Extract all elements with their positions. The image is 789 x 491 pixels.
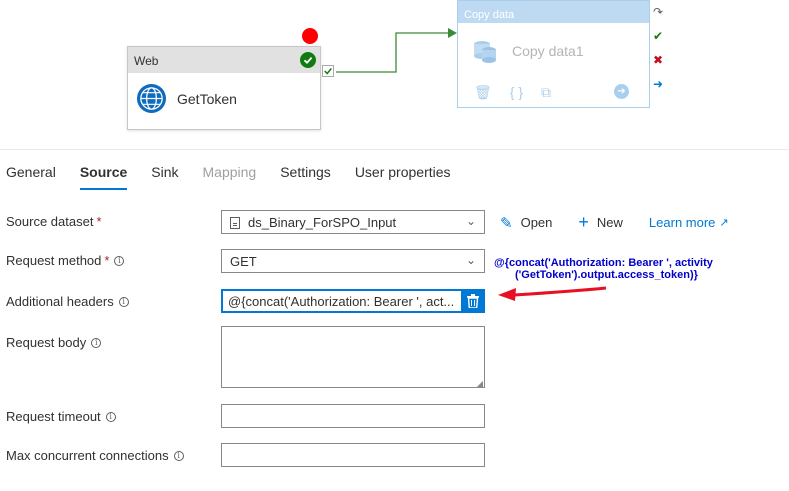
tab-user-properties[interactable]: User properties xyxy=(355,164,451,188)
success-check-icon xyxy=(300,52,316,68)
external-link-icon: ↗ xyxy=(719,217,729,229)
info-icon[interactable]: i xyxy=(105,412,116,422)
info-icon[interactable]: i xyxy=(173,451,184,461)
activity-type-label: Copy data xyxy=(458,1,649,23)
annotation-line-2: ('GetToken').output.access_token)} xyxy=(515,269,698,281)
learn-more-link[interactable]: Learn more ↗ xyxy=(649,215,729,230)
copy-activity-node[interactable]: Copy data Copy data1 🗑 { } ⧉ ➔ xyxy=(457,0,650,108)
database-copy-icon xyxy=(474,41,496,63)
arrow-right-circle-icon[interactable]: ➔ xyxy=(614,84,629,99)
info-icon[interactable]: i xyxy=(118,297,129,307)
tab-settings[interactable]: Settings xyxy=(280,164,331,188)
request-timeout-input[interactable] xyxy=(221,404,485,428)
tab-mapping[interactable]: Mapping xyxy=(203,164,257,188)
open-button[interactable]: ✎ Open xyxy=(500,214,552,232)
pencil-icon: ✎ xyxy=(500,214,513,232)
request-method-label: Request method * i xyxy=(6,253,125,268)
completion-handle-icon[interactable]: ➜ xyxy=(652,78,664,90)
web-activity-node[interactable]: Web GetToken xyxy=(127,46,321,130)
source-dataset-dropdown[interactable]: ds_Binary_ForSPO_Input ⌄ xyxy=(221,210,485,234)
activity-connector xyxy=(336,28,457,73)
request-body-label: Request body i xyxy=(6,335,102,350)
request-timeout-row: Request timeout i xyxy=(6,404,786,428)
max-concurrent-input[interactable] xyxy=(221,443,485,467)
chevron-down-icon: ⌄ xyxy=(465,253,476,267)
additional-headers-row: Additional headers i @{concat('Authorizat… xyxy=(6,289,786,315)
tab-sink[interactable]: Sink xyxy=(151,164,178,188)
info-icon[interactable]: i xyxy=(114,256,125,266)
max-concurrent-label: Max concurrent connections i xyxy=(6,448,184,463)
request-body-row: Request body i xyxy=(6,326,786,390)
additional-headers-input[interactable]: @{concat('Authorization: Bearer ', act..… xyxy=(221,289,485,313)
new-button[interactable]: + New xyxy=(578,212,623,233)
red-arrow-annotation-icon xyxy=(498,286,607,301)
connector-handles: ↷ ✔ ✖ ➜ xyxy=(652,6,666,102)
skip-icon[interactable]: ↷ xyxy=(652,6,664,18)
trash-icon xyxy=(467,294,479,309)
globe-icon xyxy=(136,83,167,114)
source-dataset-label: Source dataset * xyxy=(6,214,102,229)
request-timeout-label: Request timeout i xyxy=(6,409,116,424)
expression-annotation: @{concat('Authorization: Bearer ', activ… xyxy=(494,257,764,281)
additional-headers-label: Additional headers i xyxy=(6,294,129,309)
properties-tabs: General Source Sink Mapping Settings Use… xyxy=(0,149,789,190)
tab-source[interactable]: Source xyxy=(79,164,128,190)
max-concurrent-row: Max concurrent connections i xyxy=(6,443,786,467)
activity-name: Copy data1 xyxy=(512,43,584,59)
pipeline-canvas[interactable]: Web GetToken Copy data Copy data1 🗑 {} … xyxy=(0,0,789,150)
clear-dynamic-content-button[interactable] xyxy=(461,289,485,313)
file-icon xyxy=(230,217,240,229)
activity-name: GetToken xyxy=(177,90,237,107)
request-method-dropdown[interactable]: GET ⌄ xyxy=(221,249,485,273)
code-braces-icon[interactable]: { } xyxy=(510,84,523,101)
clone-icon[interactable]: ⧉ xyxy=(541,84,551,101)
tab-general[interactable]: General xyxy=(6,164,56,188)
plus-icon: + xyxy=(578,212,589,232)
delete-icon[interactable]: 🗑 xyxy=(474,84,492,101)
info-icon[interactable]: i xyxy=(91,338,102,348)
success-output-check-icon[interactable] xyxy=(322,65,334,77)
chevron-down-icon: ⌄ xyxy=(465,214,476,228)
success-handle-icon[interactable]: ✔ xyxy=(652,30,664,42)
annotation-line-1: @{concat('Authorization: Bearer ', activ… xyxy=(494,257,713,269)
failure-handle-icon[interactable]: ✖ xyxy=(652,54,664,66)
status-indicator-dot xyxy=(302,28,318,44)
activity-type-label: Web xyxy=(128,47,320,73)
source-dataset-row: Source dataset * ds_Binary_ForSPO_Input ⌄… xyxy=(6,210,786,236)
request-body-textarea[interactable] xyxy=(221,326,485,388)
